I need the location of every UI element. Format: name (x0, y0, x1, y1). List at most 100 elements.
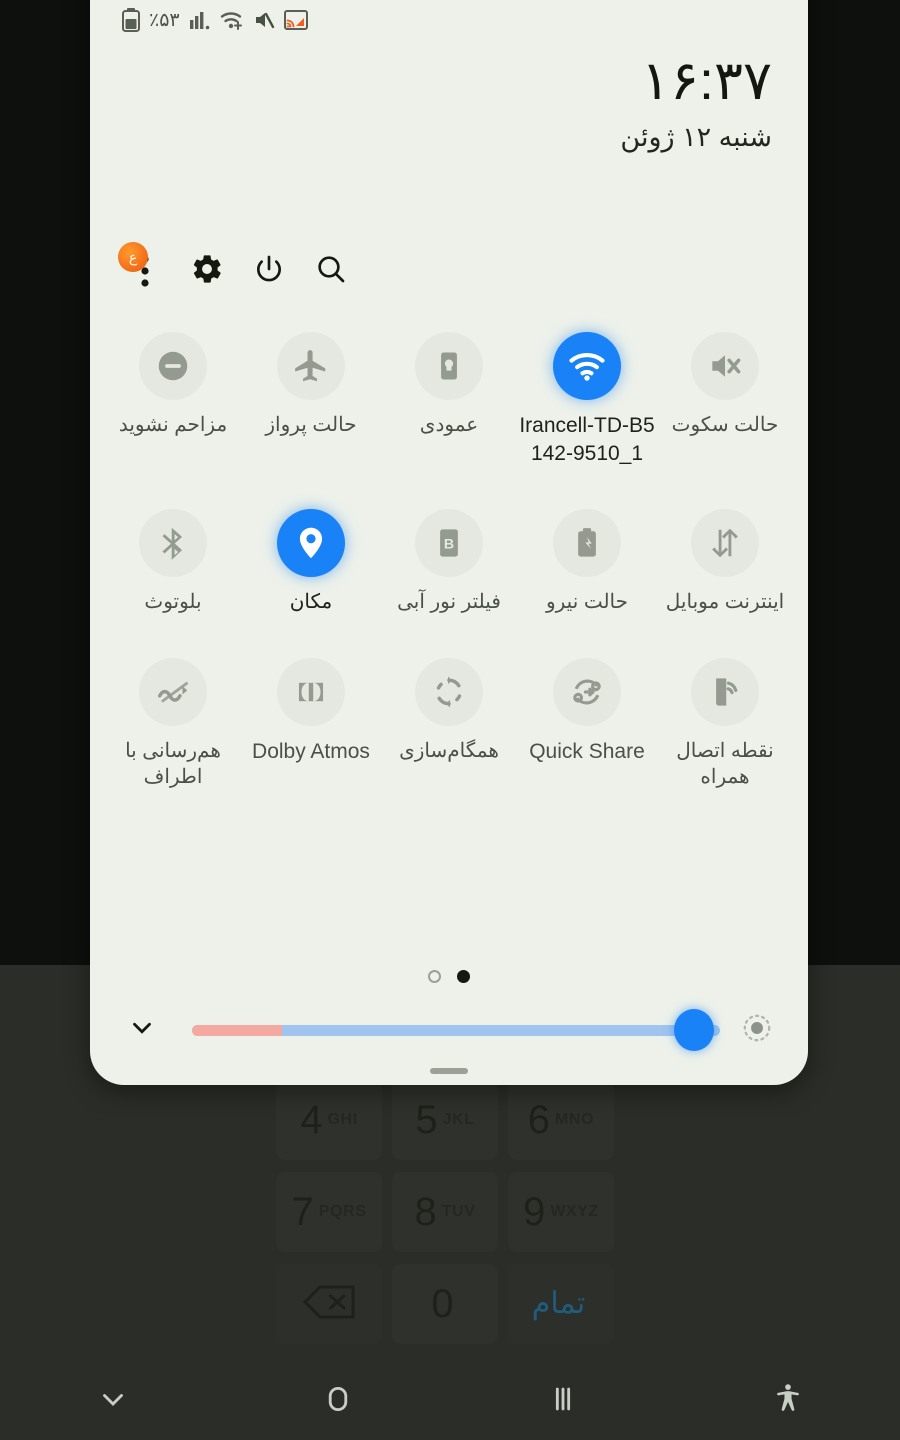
panel-grab-handle[interactable] (430, 1068, 468, 1074)
tile-blue-light-filter[interactable]: B فیلتر نور آبی (380, 509, 518, 615)
dial-key-number: 5 (415, 1098, 438, 1142)
tile-mobile-data[interactable]: اینترنت موبایل (656, 509, 794, 615)
dial-key-letters: TUV (441, 1203, 476, 1220)
bluetooth-icon (139, 509, 207, 578)
dial-key-0[interactable]: 0 (392, 1264, 498, 1344)
tile-sync[interactable]: همگام‌سازی (380, 657, 518, 791)
dial-key-9[interactable]: 9 WXYZ (508, 1172, 614, 1252)
tile-wifi[interactable]: Irancell-TD-B5 142-9510_1 (518, 332, 656, 467)
dial-key-8[interactable]: 8 TUV (392, 1172, 498, 1252)
dial-key-6[interactable]: 6 MNO (508, 1080, 614, 1160)
brightness-row (90, 1000, 808, 1060)
tile-label: Dolby Atmos (252, 739, 370, 763)
more-options-button[interactable]: ع (114, 240, 176, 302)
tile-label: عمودی (419, 414, 479, 436)
status-bar: ٪۵۳ (90, 0, 808, 40)
backspace-icon (301, 1284, 357, 1325)
dial-key-letters: PQRS (318, 1203, 367, 1220)
dial-key-number: تمام (531, 1287, 586, 1320)
dial-key-4[interactable]: 4 GHI (276, 1080, 382, 1160)
dial-key-number: 7 (291, 1190, 314, 1234)
tile-do-not-disturb[interactable]: مزاحم نشوید (104, 332, 242, 467)
dolby-atmos-icon (277, 657, 345, 726)
location-pin-icon (277, 509, 345, 578)
dial-key-letters: JKL (442, 1111, 475, 1128)
mobile-hotspot-icon (691, 657, 759, 726)
power-icon (253, 253, 285, 290)
tile-label: همگام‌سازی (399, 739, 499, 762)
tile-auto-rotate[interactable]: عمودی (380, 332, 518, 467)
airplane-icon (277, 332, 345, 400)
auto-brightness-button[interactable] (732, 1005, 782, 1055)
tile-label: بلوتوث (144, 591, 202, 614)
slider-thumb[interactable] (673, 1009, 714, 1051)
quick-settings-toolbar: ع (90, 240, 808, 302)
navigation-bar (0, 1362, 900, 1440)
dialpad: 4 GHI 5 JKL 6 MNO 7 PQRS 8 TUV 9 WXYZ 0 تمام (276, 1080, 624, 1345)
gear-icon (190, 252, 224, 291)
mute-icon (253, 10, 275, 30)
clock-block[interactable]: ۱۶:۳۷ شنبه ۱۲ ژوئن (620, 50, 772, 153)
battery-percent-label: ٪۵۳ (149, 9, 180, 31)
auto-brightness-icon (740, 1011, 774, 1050)
signal-bars-icon (189, 9, 211, 31)
rotation-lock-icon (415, 332, 483, 400)
tile-label: هم‌رسانی با اطراف (125, 739, 221, 789)
dial-key-number: 0 (431, 1282, 454, 1326)
mobile-data-icon (691, 509, 759, 578)
tile-airplane-mode[interactable]: حالت پرواز (242, 332, 380, 467)
tile-mobile-hotspot[interactable]: نقطه اتصال همراه (656, 657, 794, 791)
wifi-icon (553, 332, 621, 400)
page-dot[interactable] (457, 970, 470, 983)
tile-bluetooth[interactable]: بلوتوث (104, 509, 242, 615)
brightness-slider[interactable] (192, 1009, 720, 1051)
clock-time: ۱۶:۳۷ (640, 51, 772, 111)
nav-recents-button[interactable] (450, 1382, 675, 1421)
page-indicator (90, 970, 808, 983)
dial-key-letters: WXYZ (550, 1203, 599, 1220)
tile-label: Quick Share (529, 739, 645, 763)
dial-key-number: 9 (523, 1190, 546, 1234)
tile-label: مکان (289, 591, 333, 614)
sync-icon (415, 657, 483, 726)
nav-back-button[interactable] (0, 1382, 225, 1421)
tile-power-mode[interactable]: حالت نیرو (518, 509, 656, 615)
wifi-icon (220, 9, 244, 31)
dial-key-5[interactable]: 5 JKL (392, 1080, 498, 1160)
dial-key-backspace[interactable] (276, 1264, 382, 1344)
search-icon (315, 253, 347, 290)
tile-label: فیلتر نور آبی (397, 591, 501, 614)
settings-button[interactable] (176, 240, 238, 302)
tile-nearby-share[interactable]: هم‌رسانی با اطراف (104, 657, 242, 791)
tile-label: حالت نیرو (545, 591, 629, 614)
tile-dolby-atmos[interactable]: Dolby Atmos (242, 657, 380, 791)
collapse-panel-button[interactable] (116, 1013, 168, 1048)
tile-location[interactable]: مکان (242, 509, 380, 615)
tile-mute[interactable]: حالت سکوت (656, 332, 794, 467)
recents-icon (546, 1382, 580, 1421)
battery-icon (122, 8, 140, 32)
update-badge: ع (118, 242, 148, 272)
dial-key-7[interactable]: 7 PQRS (276, 1172, 382, 1252)
home-circle-icon (321, 1382, 355, 1421)
dial-key-number: 4 (300, 1098, 323, 1142)
page-dot[interactable] (428, 970, 441, 983)
power-button[interactable] (238, 240, 300, 302)
mute-icon (691, 332, 759, 400)
tile-quick-share[interactable]: Quick Share (518, 657, 656, 791)
tile-label: اینترنت موبایل (665, 591, 785, 614)
quick-share-icon (553, 657, 621, 726)
nav-home-button[interactable] (225, 1382, 450, 1421)
cast-icon (283, 10, 308, 30)
tile-label: حالت پرواز (265, 414, 357, 436)
tile-label: Irancell-TD-B5 142-9510_1 (519, 414, 655, 465)
dial-key-number: 6 (527, 1098, 551, 1142)
search-button[interactable] (300, 240, 362, 302)
slider-low-range (192, 1024, 282, 1036)
dial-key-done[interactable]: تمام (508, 1264, 614, 1344)
nav-accessibility-button[interactable] (675, 1382, 900, 1421)
svg-text:B: B (444, 537, 454, 553)
chevron-down-icon (96, 1382, 130, 1421)
power-mode-icon (553, 509, 621, 578)
clock-date: شنبه ۱۲ ژوئن (620, 122, 772, 153)
